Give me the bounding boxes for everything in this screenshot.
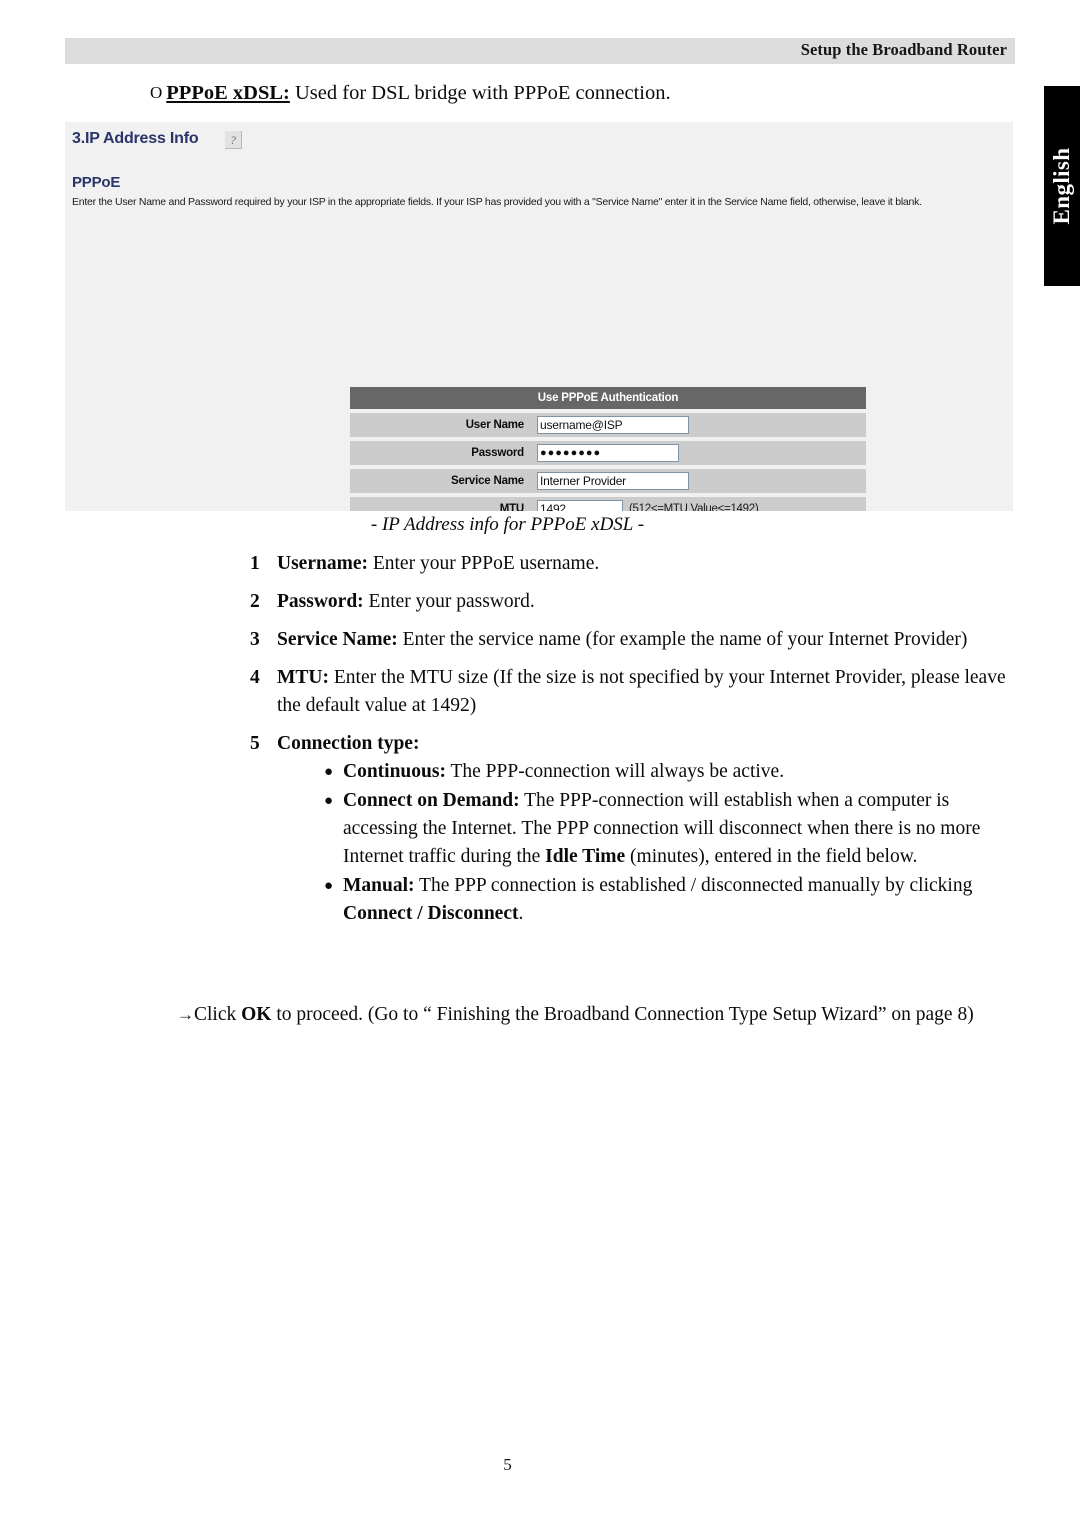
- instruction-list: 1 Username: Enter your PPPoE username. 2…: [250, 550, 1018, 929]
- table-row: Service Name Interner Provider: [350, 469, 866, 493]
- item-body: MTU: Enter the MTU size (If the size is …: [277, 664, 1018, 720]
- intro-line: O PPPoE xDSL: Used for DSL bridge with PP…: [150, 82, 671, 105]
- bullet-dot-icon: ●: [324, 878, 334, 894]
- item-number: 2: [250, 591, 260, 612]
- bullet-body: Manual: The PPP connection is establishe…: [343, 872, 1018, 928]
- row-field-service-name: Interner Provider: [532, 469, 866, 493]
- service-name-input[interactable]: Interner Provider: [537, 472, 689, 490]
- language-tab-label: English: [1049, 147, 1074, 225]
- running-header: Setup the Broadband Router: [65, 38, 1015, 64]
- item-lead: Connection type:: [277, 733, 420, 754]
- pppoe-form-table: Use PPPoE Authentication User Name usern…: [350, 387, 866, 511]
- item-text: Enter the MTU size (If the size is not s…: [277, 667, 1006, 716]
- mtu-hint: (512<=MTU Value<=1492): [629, 503, 759, 511]
- list-item: ● Connect on Demand: The PPP-connection …: [324, 787, 1018, 871]
- row-field-mtu: 1492 (512<=MTU Value<=1492): [532, 497, 866, 511]
- item-text: Enter the service name (for example the …: [397, 629, 968, 650]
- item-body: Username: Enter your PPPoE username.: [277, 550, 1018, 578]
- bullet-circle-icon: O: [150, 83, 163, 102]
- item-number: 4: [250, 667, 260, 688]
- language-tab-english: English: [1044, 86, 1080, 286]
- closing-bold: OK: [241, 1004, 272, 1025]
- password-input[interactable]: ●●●●●●●●: [537, 444, 679, 462]
- bullet-dot-icon: ●: [324, 764, 334, 780]
- running-header-title: Setup the Broadband Router: [800, 40, 1007, 59]
- list-item: 2 Password: Enter your password.: [250, 588, 1018, 616]
- item-lead: Service Name:: [277, 629, 398, 650]
- list-item: 1 Username: Enter your PPPoE username.: [250, 550, 1018, 578]
- closing-pre: Click: [194, 1004, 242, 1025]
- bullet-lead: Connect on Demand:: [343, 790, 520, 811]
- panel-title: 3.IP Address Info: [72, 130, 199, 147]
- intro-term: PPPoE xDSL:: [166, 82, 290, 104]
- bullet-text-2: (minutes), entered in the field below.: [625, 846, 918, 867]
- bullet-body: Continuous: The PPP-connection will alwa…: [343, 758, 1018, 786]
- closing-paragraph: →Click OK to proceed. (Go to “ Finishing…: [177, 1000, 1022, 1029]
- username-input[interactable]: username@ISP: [537, 416, 689, 434]
- table-row: MTU 1492 (512<=MTU Value<=1492): [350, 497, 866, 511]
- help-icon[interactable]: ?: [225, 131, 242, 149]
- bullet-text-1: The PPP connection is established / disc…: [414, 875, 973, 896]
- item-number: 1: [250, 553, 260, 574]
- list-item: ● Manual: The PPP connection is establis…: [324, 872, 1018, 928]
- row-label-mtu: MTU: [350, 497, 532, 511]
- bullet-text-2: .: [518, 903, 524, 924]
- list-item: 3 Service Name: Enter the service name (…: [250, 626, 1018, 654]
- connection-type-bullets: ● Continuous: The PPP-connection will al…: [324, 758, 1018, 928]
- bullet-dot-icon: ●: [324, 793, 334, 809]
- item-number: 5: [250, 733, 260, 754]
- intro-text: Used for DSL bridge with PPPoE connectio…: [289, 82, 671, 104]
- section-description: Enter the User Name and Password require…: [72, 196, 922, 208]
- item-text: Enter your password.: [363, 591, 535, 612]
- bullet-bold-mid: Connect / Disconnect: [343, 903, 519, 924]
- item-text: Enter your PPPoE username.: [367, 553, 600, 574]
- list-item: 5 Connection type:: [250, 730, 1018, 758]
- row-label-password: Password: [350, 441, 532, 465]
- row-field-username: username@ISP: [532, 413, 866, 437]
- form-table-header: Use PPPoE Authentication: [350, 387, 866, 409]
- row-label-username: User Name: [350, 413, 532, 437]
- item-number: 3: [250, 629, 260, 650]
- list-item: 4 MTU: Enter the MTU size (If the size i…: [250, 664, 1018, 720]
- item-body: Password: Enter your password.: [277, 588, 1018, 616]
- item-lead: Password:: [277, 591, 364, 612]
- bullet-body: Connect on Demand: The PPP-connection wi…: [343, 787, 1018, 871]
- bullet-lead: Manual:: [343, 875, 415, 896]
- item-body: Service Name: Enter the service name (fo…: [277, 626, 1018, 654]
- row-label-service-name: Service Name: [350, 469, 532, 493]
- closing-post: to proceed. (Go to “ Finishing the Broad…: [271, 1004, 974, 1025]
- router-config-panel: 3.IP Address Info ? PPPoE Enter the User…: [65, 122, 1013, 511]
- table-row: Password ●●●●●●●●: [350, 441, 866, 465]
- figure-caption: - IP Address info for PPPoE xDSL -: [370, 514, 645, 535]
- table-row: User Name username@ISP: [350, 413, 866, 437]
- item-lead: Username:: [277, 553, 368, 574]
- arrow-right-icon: →: [177, 1005, 194, 1024]
- mtu-input[interactable]: 1492: [537, 500, 623, 511]
- list-item: ● Continuous: The PPP-connection will al…: [324, 758, 1018, 786]
- bullet-bold-mid: Idle Time: [545, 846, 626, 867]
- item-lead: MTU:: [277, 667, 329, 688]
- bullet-text-1: The PPP-connection will always be active…: [445, 761, 785, 782]
- section-title: PPPoE: [72, 174, 121, 191]
- page-number: 5: [503, 1455, 512, 1474]
- bullet-lead: Continuous:: [343, 761, 446, 782]
- row-field-password: ●●●●●●●●: [532, 441, 866, 465]
